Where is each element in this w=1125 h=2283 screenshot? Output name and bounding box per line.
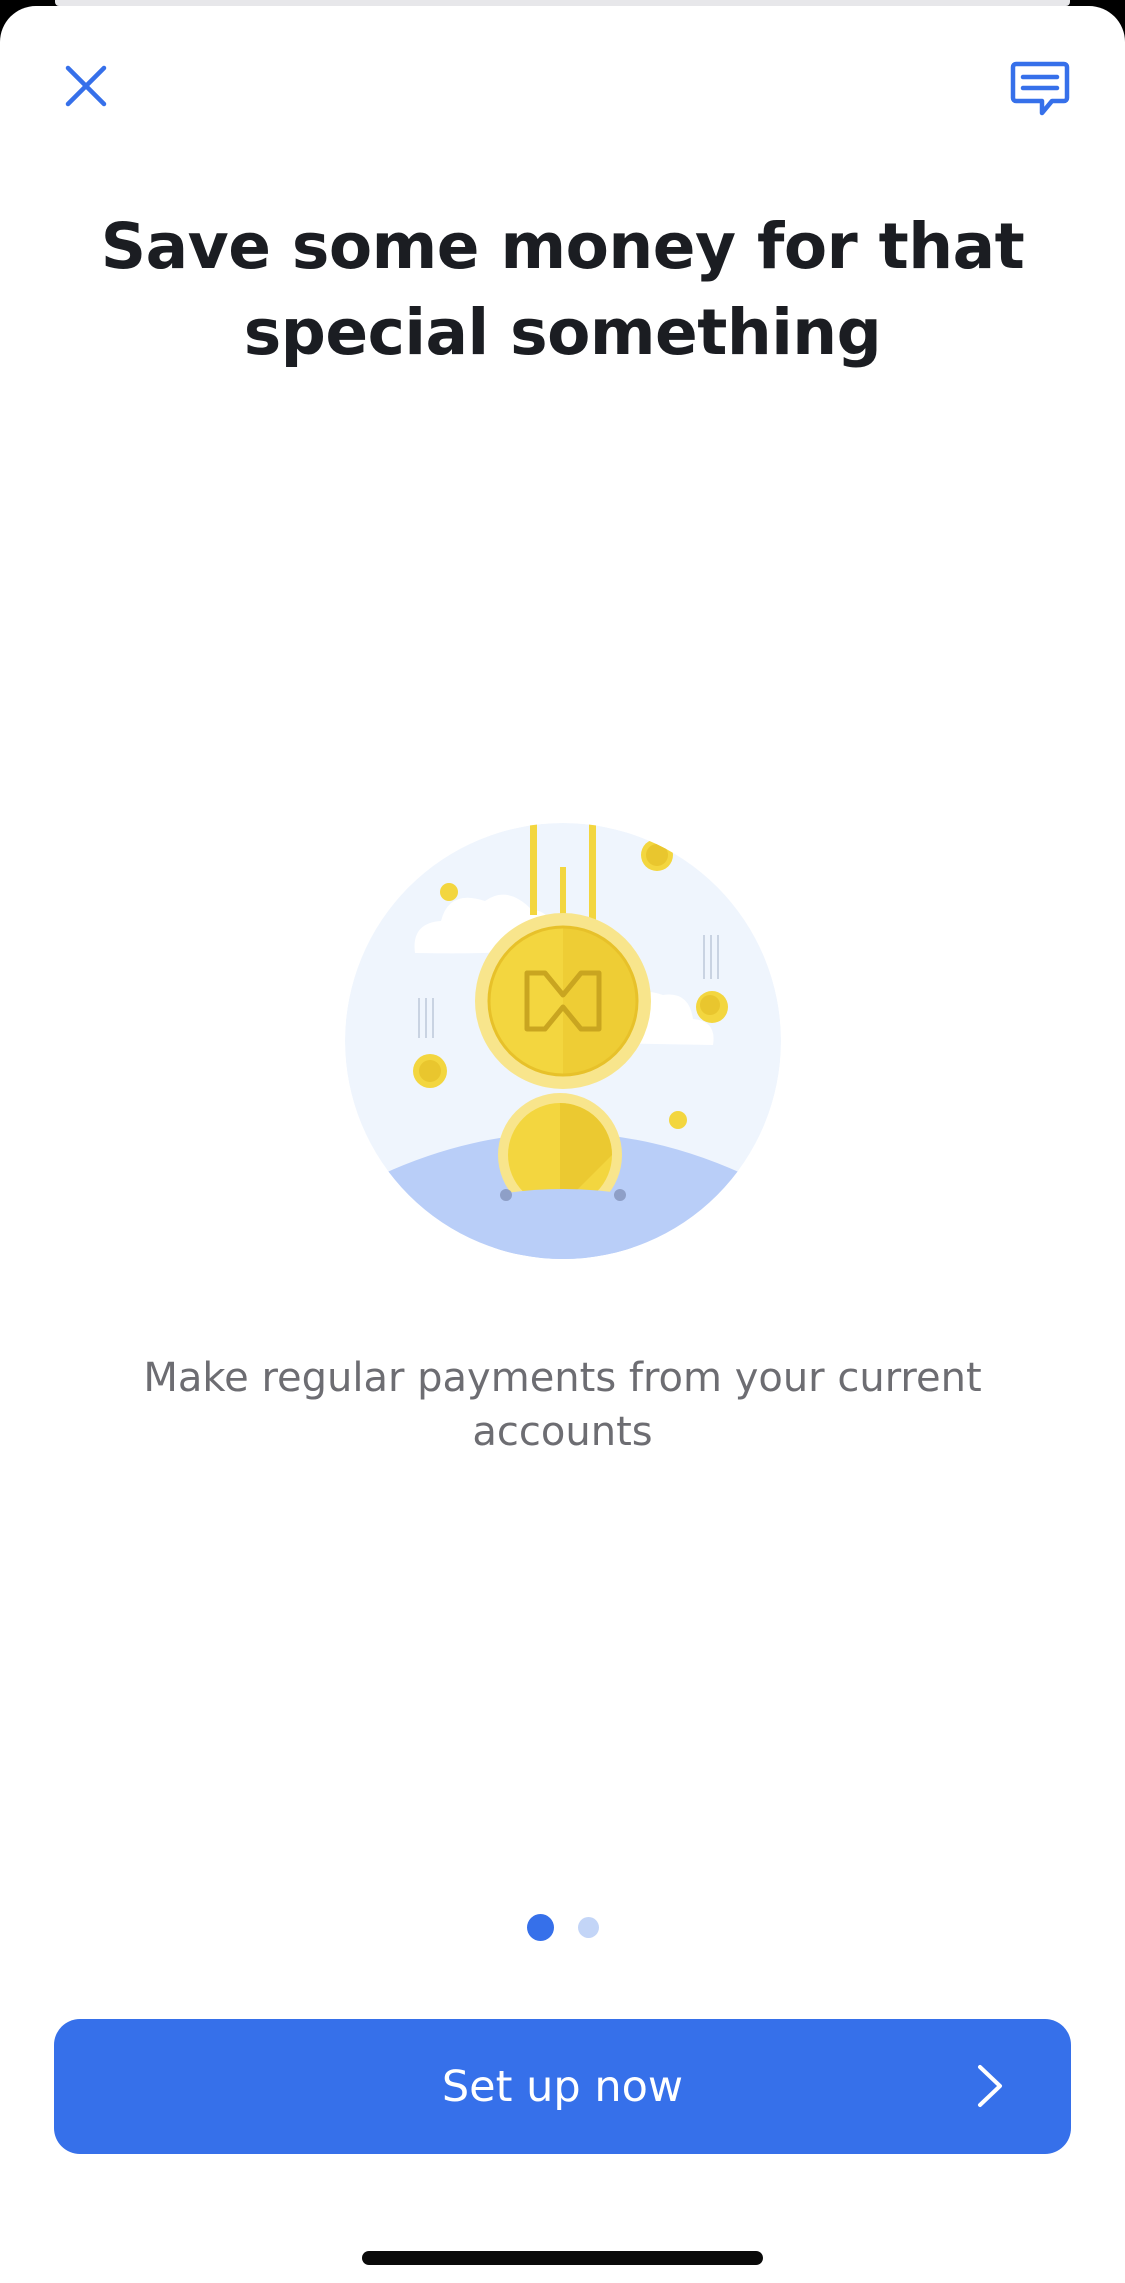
chat-icon — [1010, 61, 1070, 116]
home-indicator — [362, 2251, 763, 2265]
description-line-2: accounts — [472, 1409, 653, 1455]
description-text: Make regular payments from your current … — [110, 1351, 1015, 1459]
page-dot-1[interactable] — [526, 1913, 554, 1941]
chevron-right-icon — [978, 2065, 1002, 2107]
coins-falling-illustration — [345, 823, 781, 1259]
close-button[interactable] — [58, 58, 114, 114]
close-icon — [65, 65, 107, 107]
page-title-line-2: special something — [243, 296, 882, 369]
set-up-now-label: Set up now — [441, 2061, 684, 2112]
chat-button[interactable] — [1005, 54, 1075, 124]
page-indicator — [0, 1913, 1125, 1941]
description-line-1: Make regular payments from your current — [143, 1355, 982, 1401]
page-dot-2[interactable] — [577, 1916, 599, 1938]
set-up-now-button[interactable]: Set up now — [54, 2019, 1071, 2154]
page-title: Save some money for that special somethi… — [80, 204, 1045, 376]
onboarding-modal: Save some money for that special somethi… — [0, 6, 1125, 2283]
page-title-line-1: Save some money for that — [100, 210, 1025, 283]
